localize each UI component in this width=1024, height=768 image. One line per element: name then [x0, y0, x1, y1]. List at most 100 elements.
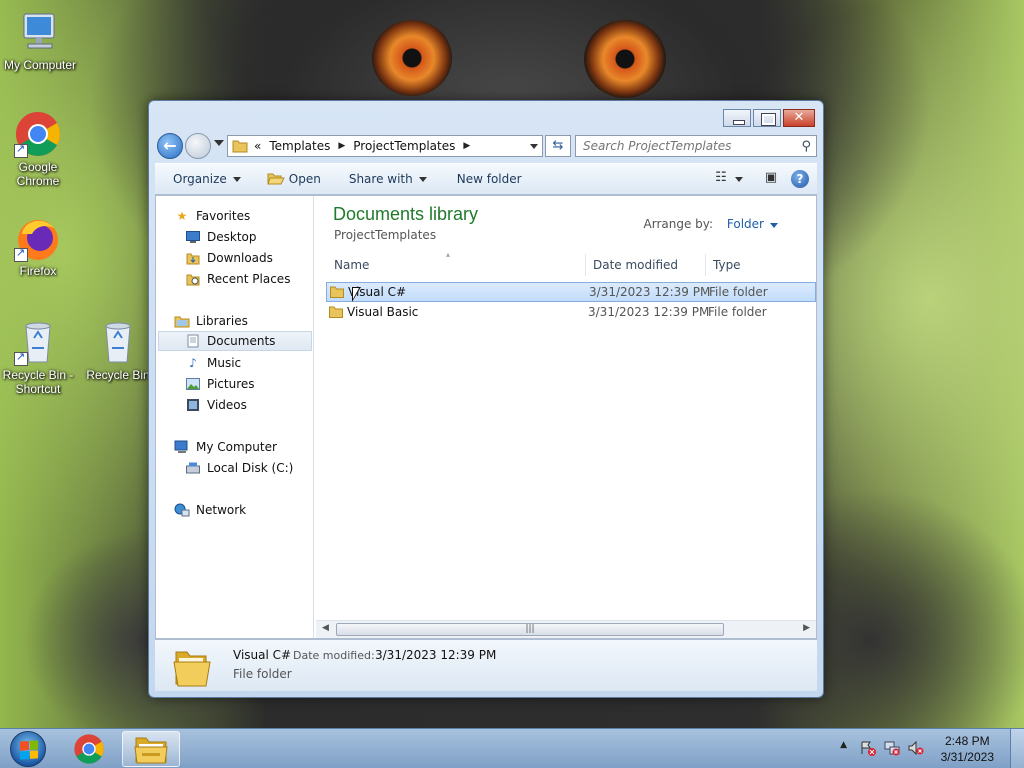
file-date: 3/31/2023 12:39 PM [588, 305, 710, 319]
help-icon[interactable]: ? [791, 170, 809, 188]
share-with-label: Share with [348, 172, 413, 186]
nav-downloads[interactable]: Downloads [185, 248, 273, 268]
downloads-icon [185, 250, 201, 266]
desktop-icon-firefox[interactable]: Firefox [0, 214, 78, 278]
desktop-icon-label: Recycle Bin [86, 368, 150, 382]
view-options-dropdown[interactable] [735, 176, 743, 182]
sort-indicator-icon: ▴ [446, 250, 451, 259]
details-date-label: Date modified: [293, 649, 375, 662]
minimize-button[interactable] [723, 109, 751, 127]
breadcrumb-templates[interactable]: Templates [269, 139, 330, 153]
nav-desktop[interactable]: Desktop [185, 227, 257, 247]
arrange-by-dropdown[interactable]: Folder [727, 217, 778, 231]
column-header-date[interactable]: Date modified [593, 258, 678, 272]
breadcrumb-projecttemplates[interactable]: ProjectTemplates [353, 139, 455, 153]
desktop-icon-recycle-bin[interactable]: Recycle Bin [78, 318, 158, 382]
nav-music-label: Music [207, 356, 242, 370]
nav-local-disk[interactable]: Local Disk (C:) [185, 458, 293, 478]
nav-libraries-label: Libraries [196, 314, 248, 328]
desktop-icon-google-chrome[interactable]: Google Chrome [0, 110, 78, 188]
details-date-value: 3/31/2023 12:39 PM [375, 648, 497, 662]
open-button[interactable]: Open [253, 172, 333, 186]
search-icon[interactable]: ⚲ [801, 137, 811, 157]
music-icon: ♪ [189, 356, 197, 370]
documents-icon [185, 333, 201, 349]
videos-icon [185, 397, 201, 413]
desktop-icon-my-computer[interactable]: My Computer [0, 8, 80, 72]
clock-date: 3/31/2023 [940, 750, 994, 764]
forward-button[interactable] [185, 133, 211, 159]
file-row-visual-csharp[interactable]: Visual C# 3/31/2023 12:39 PM File folder [326, 282, 816, 302]
preview-pane-icon[interactable]: ▣ [761, 170, 781, 188]
address-history-dropdown[interactable] [524, 136, 542, 156]
details-name: Visual C# [233, 648, 292, 662]
view-controls: ☷ ▣ ? [701, 170, 809, 188]
breadcrumb-chevron-icon[interactable]: ▶ [463, 141, 470, 151]
nav-libraries[interactable]: Libraries [174, 311, 248, 331]
organize-button[interactable]: Organize [155, 172, 253, 186]
nav-recent-places[interactable]: Recent Places [185, 269, 290, 289]
nav-network[interactable]: Network [174, 500, 246, 520]
change-view-icon[interactable]: ☷ [711, 170, 731, 188]
clock-time: 2:48 PM [944, 734, 990, 748]
nav-favorites[interactable]: ★ Favorites [174, 206, 251, 226]
library-title: Documents library [333, 204, 479, 224]
column-divider[interactable] [705, 254, 706, 276]
shortcut-arrow-icon [14, 246, 28, 262]
scroll-left-icon[interactable]: ◀ [322, 623, 329, 633]
nav-pictures[interactable]: Pictures [185, 374, 255, 394]
taskbar-explorer[interactable] [122, 731, 180, 767]
desktop-icon-recycle-bin-shortcut[interactable]: Recycle Bin - Shortcut [0, 318, 78, 396]
nav-desktop-label: Desktop [207, 230, 257, 244]
new-folder-button[interactable]: New folder [439, 172, 534, 186]
nav-documents[interactable]: Documents [158, 331, 312, 351]
share-with-button[interactable]: Share with [333, 172, 439, 186]
window-controls: ✕ [723, 109, 815, 127]
pictures-icon [185, 376, 201, 392]
wallpaper-eye-left [372, 20, 452, 96]
scroll-right-icon[interactable]: ▶ [803, 623, 810, 633]
chrome-icon [74, 734, 104, 764]
network-status-icon[interactable] [883, 740, 901, 758]
show-desktop-button[interactable] [1010, 729, 1024, 768]
file-row-visual-basic[interactable]: Visual Basic 3/31/2023 12:39 PM File fol… [326, 303, 816, 323]
nav-music[interactable]: ♪ Music [185, 353, 241, 373]
taskbar: ▲ 2:48 PM 3/31/2023 [0, 728, 1024, 768]
maximize-button[interactable] [753, 109, 781, 127]
nav-recent-places-label: Recent Places [207, 272, 291, 286]
open-folder-icon [267, 173, 285, 185]
start-button[interactable] [6, 729, 50, 768]
back-button[interactable]: ← [157, 133, 183, 159]
column-divider[interactable] [585, 254, 586, 276]
taskbar-chrome[interactable] [60, 731, 118, 767]
breadcrumb-overflow[interactable]: « [254, 139, 261, 153]
computer-icon [174, 439, 190, 455]
desktop-icon [185, 229, 201, 245]
nav-pictures-label: Pictures [207, 377, 255, 391]
nav-my-computer[interactable]: My Computer [174, 437, 277, 457]
close-button[interactable]: ✕ [783, 109, 815, 127]
column-header-name[interactable]: Name [334, 258, 369, 272]
recent-pages-dropdown[interactable] [214, 140, 224, 146]
show-hidden-icons-icon[interactable]: ▲ [835, 740, 853, 758]
chevron-down-icon [770, 223, 778, 228]
refresh-button[interactable]: ⇆ [545, 135, 571, 157]
volume-muted-icon[interactable] [907, 740, 925, 758]
arrange-by: Arrange by: Folder [644, 217, 778, 231]
search-input[interactable] [583, 139, 793, 153]
nav-videos[interactable]: Videos [185, 395, 247, 415]
nav-documents-label: Documents [207, 334, 276, 348]
file-type: File folder [708, 305, 767, 319]
clock[interactable]: 2:48 PM 3/31/2023 [941, 733, 994, 765]
open-label: Open [288, 172, 321, 186]
action-center-icon[interactable] [859, 740, 877, 758]
search-box[interactable]: ⚲ [575, 135, 817, 157]
navigation-bar: ← « Templates ▶ ProjectTemplates ▶ ⇆ ⚲ [157, 131, 817, 161]
horizontal-scrollbar[interactable]: ◀ ||| ▶ [316, 620, 816, 638]
content-area: ★ Favorites Desktop Downloads Recent Pla… [155, 195, 817, 639]
column-header-type[interactable]: Type [713, 258, 741, 272]
breadcrumb-chevron-icon[interactable]: ▶ [338, 141, 345, 151]
address-bar[interactable]: « Templates ▶ ProjectTemplates ▶ [227, 135, 543, 157]
scrollbar-thumb[interactable]: ||| [336, 623, 724, 636]
nav-my-computer-label: My Computer [196, 440, 277, 454]
